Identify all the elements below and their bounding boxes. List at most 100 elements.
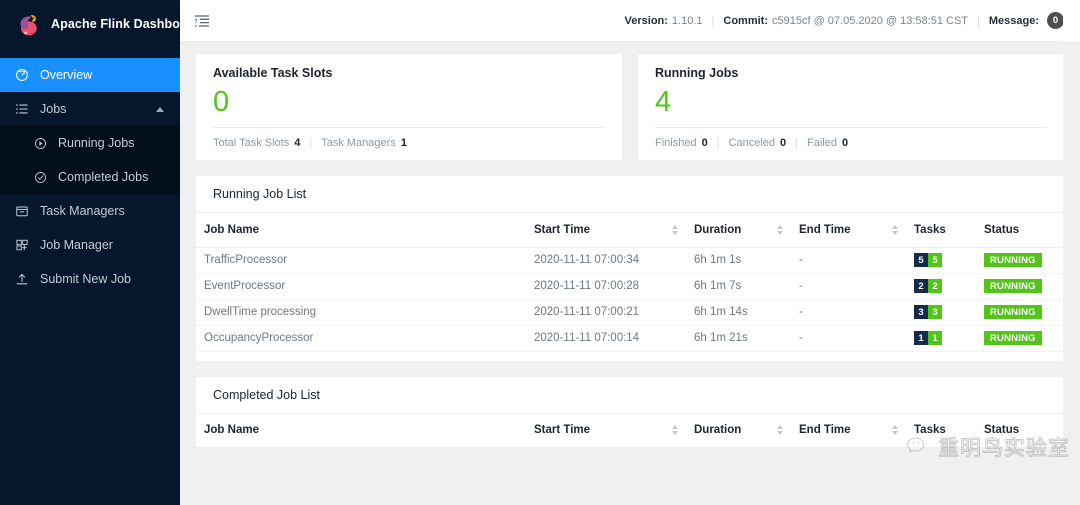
col-label: End Time [799, 424, 851, 437]
main-area: Version: 1.10.1 | Commit: c5915cf @ 07.0… [180, 0, 1080, 505]
content-scroll: Available Task Slots 0 Total Task Slots … [180, 42, 1080, 505]
right-gutter-top [1063, 0, 1080, 42]
col-start-time[interactable]: Start Time [526, 213, 686, 248]
col-job-name[interactable]: Job Name [196, 213, 526, 248]
cell-end-time: - [791, 273, 906, 300]
tasks-badge: 11 [914, 331, 942, 345]
col-end-time[interactable]: End Time [791, 213, 906, 248]
footer-label: Task Managers [321, 137, 396, 149]
cell-start-time: 2020-11-11 07:00:34 [526, 247, 686, 274]
cell-start-time: 2020-11-11 07:00:21 [526, 299, 686, 326]
sort-toggle-icon[interactable] [672, 224, 678, 235]
completed-job-list-panel: Completed Job List Job Name Start Time D… [196, 376, 1080, 448]
sidebar-item-task-managers[interactable]: Task Managers [0, 194, 180, 228]
card-footer: Finished 0 | Canceled 0 | Failed 0 [655, 128, 1047, 149]
tasks-running: 5 [928, 253, 942, 267]
footer-value: 0 [842, 137, 849, 149]
col-tasks[interactable]: Tasks [906, 213, 976, 248]
sidebar-item-label: Jobs [40, 102, 67, 116]
sidebar-item-label: Completed Jobs [58, 170, 149, 184]
calendar-icon [15, 204, 29, 218]
tasks-badge: 22 [914, 279, 942, 293]
table-header-row: Job Name Start Time Duration End Time Ta… [196, 213, 1080, 248]
col-job-name[interactable]: Job Name [196, 413, 526, 448]
panel-title: Running Job List [196, 176, 1064, 213]
cell-job-name[interactable]: TrafficProcessor [196, 247, 526, 274]
topbar: Version: 1.10.1 | Commit: c5915cf @ 07.0… [180, 0, 1080, 42]
meta-separator: | [711, 14, 715, 27]
sidebar-subgroup-jobs: Running Jobs Completed Jobs [0, 126, 180, 194]
card-available-task-slots: Available Task Slots 0 Total Task Slots … [196, 54, 622, 160]
table-row[interactable]: TrafficProcessor 2020-11-11 07:00:34 6h … [196, 247, 1080, 274]
col-label: Job Name [204, 223, 259, 236]
tasks-total: 5 [914, 253, 928, 267]
message-count-badge[interactable]: 0 [1047, 12, 1064, 29]
tasks-running: 1 [928, 331, 942, 345]
completed-jobs-table: Job Name Start Time Duration End Time Ta… [196, 413, 1080, 448]
brand-title: Apache Flink Dashboard [51, 17, 200, 31]
sort-toggle-icon[interactable] [672, 425, 678, 436]
col-label: Status [984, 424, 1020, 437]
col-duration[interactable]: Duration [686, 213, 791, 248]
sidebar-item-overview[interactable]: Overview [0, 58, 180, 92]
running-jobs-table: Job Name Start Time Duration End Time Ta… [196, 213, 1080, 352]
table-row[interactable]: OccupancyProcessor 2020-11-11 07:00:14 6… [196, 325, 1080, 352]
card-title: Running Jobs [655, 66, 739, 80]
col-label: Duration [694, 223, 742, 236]
cell-duration: 6h 1m 21s [686, 325, 791, 352]
card-running-jobs: Running Jobs 4 Finished 0 | Canceled 0 |… [638, 54, 1064, 160]
sidebar-item-submit-new-job[interactable]: Submit New Job [0, 262, 180, 296]
right-gutter [1063, 0, 1080, 505]
col-label: Tasks [914, 424, 946, 437]
flink-squirrel-logo-icon [14, 10, 42, 38]
col-end-time[interactable]: End Time [791, 413, 906, 448]
cell-job-name[interactable]: EventProcessor [196, 273, 526, 300]
table-row[interactable]: DwellTime processing 2020-11-11 07:00:21… [196, 299, 1080, 326]
footer-separator: | [309, 137, 313, 149]
col-label: Status [984, 223, 1020, 236]
col-tasks[interactable]: Tasks [906, 413, 976, 448]
commit-label: Commit: [723, 14, 768, 27]
cell-tasks: 33 [906, 299, 976, 326]
running-jobs-body: TrafficProcessor 2020-11-11 07:00:34 6h … [196, 247, 1080, 352]
sort-toggle-icon[interactable] [892, 425, 898, 436]
meta-separator: | [977, 14, 980, 27]
footer-separator: | [795, 137, 799, 149]
sidebar-item-running-jobs[interactable]: Running Jobs [0, 126, 180, 160]
table-row[interactable]: EventProcessor 2020-11-11 07:00:28 6h 1m… [196, 273, 1080, 300]
topbar-meta: Version: 1.10.1 | Commit: c5915cf @ 07.0… [625, 12, 1064, 29]
brand[interactable]: Apache Flink Dashboard [0, 0, 200, 48]
cell-job-name[interactable]: OccupancyProcessor [196, 325, 526, 352]
cell-tasks: 11 [906, 325, 976, 352]
cell-duration: 6h 1m 7s [686, 273, 791, 300]
card-value: 4 [655, 86, 672, 118]
footer-label: Total Task Slots [213, 137, 290, 149]
sort-toggle-icon[interactable] [777, 224, 783, 235]
list-icon [15, 102, 29, 116]
tasks-total: 1 [914, 331, 928, 345]
col-duration[interactable]: Duration [686, 413, 791, 448]
cell-end-time: - [791, 325, 906, 352]
panel-title: Completed Job List [196, 377, 1064, 414]
sort-toggle-icon[interactable] [892, 224, 898, 235]
sidebar-item-jobs[interactable]: Jobs [0, 92, 180, 126]
chevron-up-icon[interactable] [156, 107, 164, 112]
cell-end-time: - [791, 299, 906, 326]
col-label: Job Name [204, 424, 259, 437]
col-label: Tasks [914, 223, 946, 236]
tasks-badge: 33 [914, 305, 942, 319]
status-badge: RUNNING [984, 331, 1042, 345]
cell-end-time: - [791, 247, 906, 274]
sidebar-item-job-manager[interactable]: Job Manager [0, 228, 180, 262]
cell-job-name[interactable]: DwellTime processing [196, 299, 526, 326]
sort-toggle-icon[interactable] [777, 425, 783, 436]
sidebar-item-completed-jobs[interactable]: Completed Jobs [0, 160, 180, 194]
col-start-time[interactable]: Start Time [526, 413, 686, 448]
footer-value: 4 [294, 137, 301, 149]
col-label: Start Time [534, 223, 591, 236]
app-root: Apache Flink Dashboard Overview Jobs Run… [0, 0, 1080, 505]
sidebar-item-label: Overview [40, 68, 93, 82]
footer-label: Failed [807, 137, 837, 149]
footer-label: Canceled [728, 137, 776, 149]
upload-icon [15, 272, 29, 286]
